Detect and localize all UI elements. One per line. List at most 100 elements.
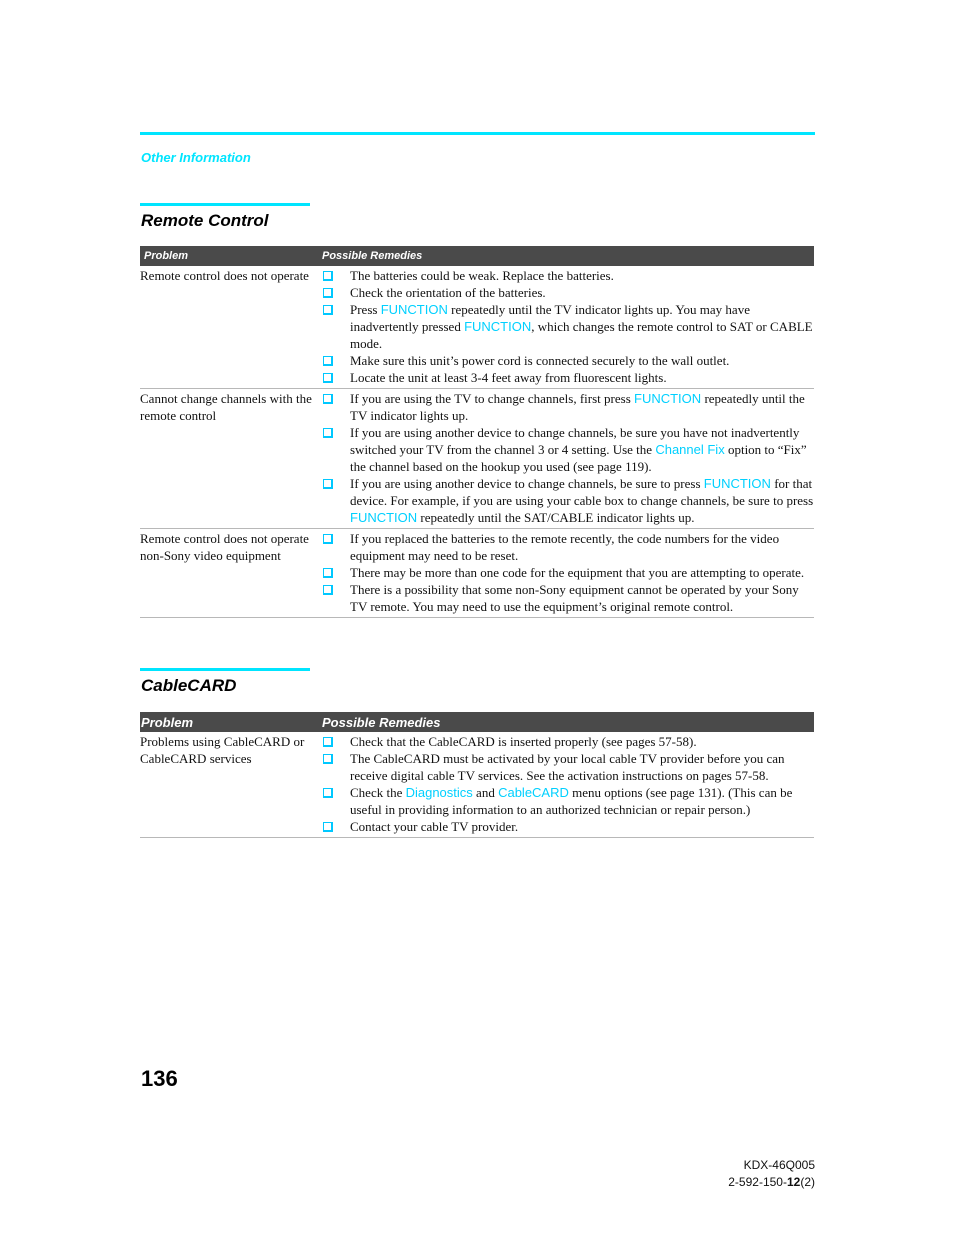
menu-keyword: FUNCTION [464, 319, 532, 334]
checkbox-bullet-icon [322, 750, 350, 784]
text-span: The batteries could be weak. Replace the… [350, 268, 614, 283]
remedy-text: Make sure this unit’s power cord is conn… [350, 352, 814, 369]
column-header-remedies: Possible Remedies [322, 714, 441, 730]
remedy-item: The CableCARD must be activated by your … [322, 750, 814, 784]
troubleshooting-table: Problem Possible Remedies Remote control… [140, 246, 814, 618]
text-span: Locate the unit at least 3-4 feet away f… [350, 370, 667, 385]
code-prefix: 2-592-150- [728, 1175, 787, 1189]
menu-keyword: FUNCTION [350, 510, 418, 525]
remedy-text: Check that the CableCARD is inserted pro… [350, 733, 814, 750]
menu-keyword: FUNCTION [634, 391, 702, 406]
column-header-remedies: Possible Remedies [322, 250, 423, 262]
remedy-text: If you replaced the batteries to the rem… [350, 530, 814, 564]
remedy-text: There is a possibility that some non-Son… [350, 581, 814, 615]
document-code: 2-592-150-12(2) [728, 1174, 815, 1191]
remedy-item: Check that the CableCARD is inserted pro… [322, 733, 814, 750]
checkbox-bullet-icon [322, 530, 350, 564]
text-span: Contact your cable TV provider. [350, 819, 519, 834]
remedy-item: Locate the unit at least 3-4 feet away f… [322, 369, 814, 386]
text-span: Press [350, 302, 381, 317]
remedy-text: If you are using the TV to change channe… [350, 390, 814, 424]
table-row: Remote control does not operate non-Sony… [140, 529, 814, 618]
section-rule [140, 668, 310, 671]
text-span: and [472, 785, 499, 800]
remedies-cell: If you replaced the batteries to the rem… [322, 530, 814, 615]
remedy-item: The batteries could be weak. Replace the… [322, 267, 814, 284]
remedy-text: Locate the unit at least 3-4 feet away f… [350, 369, 814, 386]
checkbox-bullet-icon [322, 301, 350, 352]
text-span: If you replaced the batteries to the rem… [350, 531, 780, 563]
checkbox-bullet-icon [322, 784, 350, 818]
text-span: Make sure this unit’s power cord is conn… [350, 353, 730, 368]
problem-cell: Remote control does not operate [140, 268, 309, 283]
text-span: There may be more than one code for the … [350, 565, 805, 580]
remedies-cell: Check that the CableCARD is inserted pro… [322, 733, 814, 835]
table-body: Remote control does not operate The batte… [140, 266, 814, 618]
remedies-cell: The batteries could be weak. Replace the… [322, 267, 814, 386]
checkbox-bullet-icon [322, 475, 350, 526]
remedy-text: Press FUNCTION repeatedly until the TV i… [350, 301, 814, 352]
code-bold: 12 [786, 1175, 801, 1189]
table-header: Problem Possible Remedies [140, 712, 814, 732]
remedy-item: If you are using another device to chang… [322, 424, 814, 475]
remedy-item: Check the Diagnostics and CableCARD menu… [322, 784, 814, 818]
checkbox-bullet-icon [322, 267, 350, 284]
section-label: Other Information [141, 150, 251, 165]
remedy-text: Check the orientation of the batteries. [350, 284, 814, 301]
menu-keyword: FUNCTION [703, 476, 771, 491]
checkbox-bullet-icon [322, 390, 350, 424]
remedy-text: The CableCARD must be activated by your … [350, 750, 814, 784]
page-number: 136 [141, 1066, 178, 1091]
remedy-item: There may be more than one code for the … [322, 564, 814, 581]
troubleshooting-table: Problem Possible Remedies Problems using… [140, 712, 814, 838]
remedy-item: If you replaced the batteries to the rem… [322, 530, 814, 564]
problem-cell: Cannot change channels with the remote c… [140, 391, 312, 423]
column-header-problem: Problem [144, 250, 189, 262]
table-row: Problems using CableCARD or CableCARD se… [140, 732, 814, 838]
remedy-text: Contact your cable TV provider. [350, 818, 814, 835]
problem-cell: Remote control does not operate non-Sony… [140, 531, 309, 563]
menu-keyword: Channel Fix [655, 442, 725, 457]
checkbox-bullet-icon [322, 564, 350, 581]
remedy-text: Check the Diagnostics and CableCARD menu… [350, 784, 814, 818]
text-span: Check the [350, 785, 406, 800]
checkbox-bullet-icon [322, 352, 350, 369]
remedy-text: If you are using another device to chang… [350, 424, 814, 475]
model-info: KDX-46Q005 2-592-150-12(2) [728, 1157, 815, 1191]
text-span: There is a possibility that some non-Son… [350, 582, 799, 614]
table-body: Problems using CableCARD or CableCARD se… [140, 732, 814, 838]
top-rule [140, 132, 815, 135]
code-suffix: (2) [800, 1175, 815, 1189]
column-header-problem: Problem [141, 714, 194, 730]
remedy-item: Press FUNCTION repeatedly until the TV i… [322, 301, 814, 352]
checkbox-bullet-icon [322, 424, 350, 475]
table-header: Problem Possible Remedies [140, 246, 814, 266]
remedy-item: If you are using another device to chang… [322, 475, 814, 526]
menu-keyword: FUNCTION [380, 302, 448, 317]
checkbox-bullet-icon [322, 369, 350, 386]
remedy-item: Make sure this unit’s power cord is conn… [322, 352, 814, 369]
text-span: Check the orientation of the batteries. [350, 285, 546, 300]
text-span: If you are using another device to chang… [350, 476, 704, 491]
section-title: CableCARD [141, 676, 237, 695]
section-rule [140, 203, 310, 206]
menu-keyword: Diagnostics [405, 785, 473, 800]
problem-cell: Problems using CableCARD or CableCARD se… [140, 734, 305, 766]
checkbox-bullet-icon [322, 818, 350, 835]
remedy-item: Check the orientation of the batteries. [322, 284, 814, 301]
remedy-text: If you are using another device to chang… [350, 475, 814, 526]
menu-keyword: CableCARD [498, 785, 569, 800]
section-title: Remote Control [141, 211, 269, 230]
text-span: repeatedly until the SAT/CABLE indicator… [417, 510, 695, 525]
remedy-text: There may be more than one code for the … [350, 564, 814, 581]
remedy-item: Contact your cable TV provider. [322, 818, 814, 835]
text-span: The CableCARD must be activated by your … [350, 751, 785, 783]
remedy-item: If you are using the TV to change channe… [322, 390, 814, 424]
remedy-item: There is a possibility that some non-Son… [322, 581, 814, 615]
remedies-cell: If you are using the TV to change channe… [322, 390, 814, 526]
text-span: Check that the CableCARD is inserted pro… [350, 734, 697, 749]
text-span: If you are using the TV to change channe… [350, 391, 635, 406]
table-row: Cannot change channels with the remote c… [140, 389, 814, 529]
checkbox-bullet-icon [322, 733, 350, 750]
checkbox-bullet-icon [322, 581, 350, 615]
